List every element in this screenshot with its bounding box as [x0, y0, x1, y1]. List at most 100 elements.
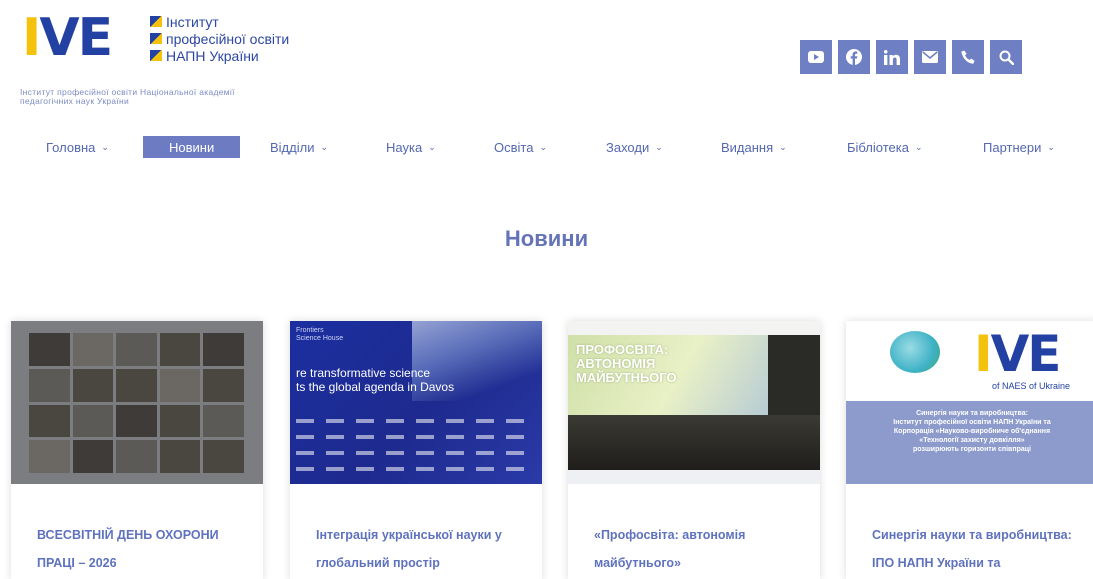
news-card-image[interactable]: Frontiers Science House re transformativ…	[290, 321, 542, 484]
logo-letter-e: E	[77, 8, 114, 68]
logo-text: Інститут професійної освіти НАПН України	[150, 13, 350, 64]
banner-heading: Frontiers Science House	[296, 327, 343, 343]
news-card[interactable]: IVE of NAES of Ukraine Синергія науки та…	[846, 321, 1093, 579]
logo-line-text: НАПН України	[166, 47, 259, 64]
band-line: Корпорація «Науково-виробниче об'єднання	[893, 428, 1051, 435]
page-title: Новини	[504, 226, 589, 251]
band-line: розширюють горизонти співпраці	[913, 446, 1031, 453]
flag-icon	[150, 33, 162, 44]
partner-logo	[890, 331, 940, 373]
social-links	[800, 40, 1022, 74]
news-card-image[interactable]: ПРОФОСВІТА: АВТОНОМІЯ МАЙБУТНЬОГО	[568, 321, 820, 484]
video-tile	[203, 440, 244, 473]
nav-item-label: Новини	[169, 139, 215, 155]
video-call-grid	[29, 333, 244, 473]
mail-icon[interactable]	[914, 40, 946, 74]
banner-text: re transformative science ts the global …	[296, 366, 496, 394]
screen-text: ПРОФОСВІТА: АВТОНОМІЯ МАЙБУТНЬОГО	[576, 343, 677, 385]
video-tile	[203, 368, 244, 402]
logo-letter-i: I	[974, 325, 993, 383]
band-line: Синергія науки та виробництва:	[916, 410, 1028, 417]
news-card-title[interactable]: Синергія науки та виробництва: ІПО НАПН …	[872, 521, 1088, 577]
linkedin-icon[interactable]	[876, 40, 908, 74]
logo-mark: IVE	[22, 8, 114, 68]
banner-band-text: Синергія науки та виробництва: Інститут …	[860, 409, 1084, 454]
flag-icon	[150, 50, 162, 61]
logo-letter-i: I	[22, 8, 41, 68]
band-line: «Технології захисту довкілля»	[919, 437, 1025, 444]
banner-band: Синергія науки та виробництва: Інститут …	[846, 401, 1093, 484]
news-card-title[interactable]: Інтеграція української науки у глобальни…	[316, 521, 532, 577]
logo-line: професійної освіти	[150, 30, 350, 47]
video-tile	[116, 368, 157, 402]
news-card-image[interactable]: IVE of NAES of Ukraine Синергія науки та…	[846, 321, 1093, 484]
video-tile	[72, 404, 114, 438]
nav-item-news[interactable]: Новини	[143, 136, 241, 158]
chevron-down-icon: ⌄	[539, 141, 547, 152]
nav-item-label: Партнери	[983, 139, 1042, 155]
video-tile	[159, 404, 201, 438]
davos-banner: Frontiers Science House re transformativ…	[290, 321, 542, 484]
tagline-line: педагогічних наук України	[20, 96, 130, 106]
video-tile	[72, 440, 114, 473]
youtube-icon[interactable]	[800, 40, 832, 74]
chevron-down-icon: ⌄	[428, 141, 436, 152]
video-tile	[72, 333, 114, 366]
news-card[interactable]: ПРОФОСВІТА: АВТОНОМІЯ МАЙБУТНЬОГО «Профо…	[568, 321, 820, 579]
facebook-icon[interactable]	[838, 40, 870, 74]
nav-item-home[interactable]: Головна ⌄	[46, 134, 109, 160]
nav-item-publications[interactable]: Видання ⌄	[721, 134, 787, 160]
logo-line: Інститут	[150, 13, 350, 30]
nav-item-education[interactable]: Освіта ⌄	[494, 134, 547, 160]
main-nav: Головна ⌄ Новини Відділи ⌄ Наука ⌄ Освіта ⌄ …	[0, 134, 1093, 160]
nav-item-science[interactable]: Наука ⌄	[386, 134, 436, 160]
video-tile	[29, 404, 70, 438]
video-tile	[29, 333, 70, 366]
nav-item-partners[interactable]: Партнери ⌄	[983, 134, 1055, 160]
nav-item-events[interactable]: Заходи ⌄	[606, 134, 663, 160]
search-icon[interactable]	[990, 40, 1022, 74]
nav-item-library[interactable]: Бібліотека ⌄	[847, 134, 923, 160]
video-tile	[116, 440, 157, 473]
nav-item-label: Відділи	[270, 139, 315, 155]
logo-line: НАПН України	[150, 47, 350, 64]
nav-item-label: Заходи	[606, 139, 650, 155]
news-card[interactable]: Frontiers Science House re transformativ…	[290, 321, 542, 579]
screen-text-line: ПРОФОСВІТА:	[576, 342, 669, 357]
news-card-title-line: ПРАЦІ – 2026	[37, 556, 117, 570]
banner-heading-line: Science House	[296, 335, 344, 342]
news-card[interactable]: ВСЕСВІТНІЙ ДЕНЬ ОХОРОНИ ПРАЦІ – 2026	[11, 321, 263, 579]
partner-logos	[296, 411, 536, 471]
chevron-down-icon: ⌄	[101, 141, 109, 152]
screen-text-line: МАЙБУТНЬОГО	[576, 370, 677, 385]
screen-text-line: АВТОНОМІЯ	[576, 356, 656, 371]
panel-speakers	[568, 415, 820, 470]
news-card-title[interactable]: «Профосвіта: автономія майбутнього»	[594, 521, 810, 577]
video-tile	[159, 368, 201, 402]
ive-logo-caption: of NAES of Ukraine	[992, 381, 1071, 391]
synergy-banner: IVE of NAES of Ukraine Синергія науки та…	[846, 321, 1093, 484]
nav-item-label: Освіта	[494, 139, 534, 155]
chevron-down-icon: ⌄	[1047, 141, 1055, 152]
presentation-screen: ПРОФОСВІТА: АВТОНОМІЯ МАЙБУТНЬОГО	[568, 335, 768, 415]
ive-logo: IVE	[974, 325, 1061, 383]
news-card-title-line: ВСЕСВІТНІЙ ДЕНЬ ОХОРОНИ	[37, 528, 219, 542]
nav-item-label: Бібліотека	[847, 139, 909, 155]
flag-icon	[150, 16, 162, 27]
video-tile	[203, 333, 244, 366]
nav-item-departments[interactable]: Відділи ⌄	[270, 134, 328, 160]
logo-line-text: професійної освіти	[166, 30, 290, 47]
banner-text-line: ts the global agenda in Davos	[296, 380, 455, 394]
phone-icon[interactable]	[952, 40, 984, 74]
nav-item-label: Головна	[46, 139, 96, 155]
news-card-image[interactable]	[11, 321, 263, 484]
banner-text-line: re transformative science	[296, 366, 431, 380]
conference-photo: ПРОФОСВІТА: АВТОНОМІЯ МАЙБУТНЬОГО	[568, 321, 820, 484]
video-tile	[159, 333, 201, 366]
nav-item-label: Видання	[721, 139, 774, 155]
site-logo[interactable]: IVE Інститут професійної освіти НАПН Укр…	[22, 10, 322, 66]
news-card-title-line: ІПО НАПН України та	[872, 556, 1001, 570]
photo-bottom-strip	[568, 470, 820, 484]
news-card-title[interactable]: ВСЕСВІТНІЙ ДЕНЬ ОХОРОНИ ПРАЦІ – 2026	[37, 521, 253, 577]
news-card-title-line: Інтеграція української науки у	[316, 528, 502, 542]
